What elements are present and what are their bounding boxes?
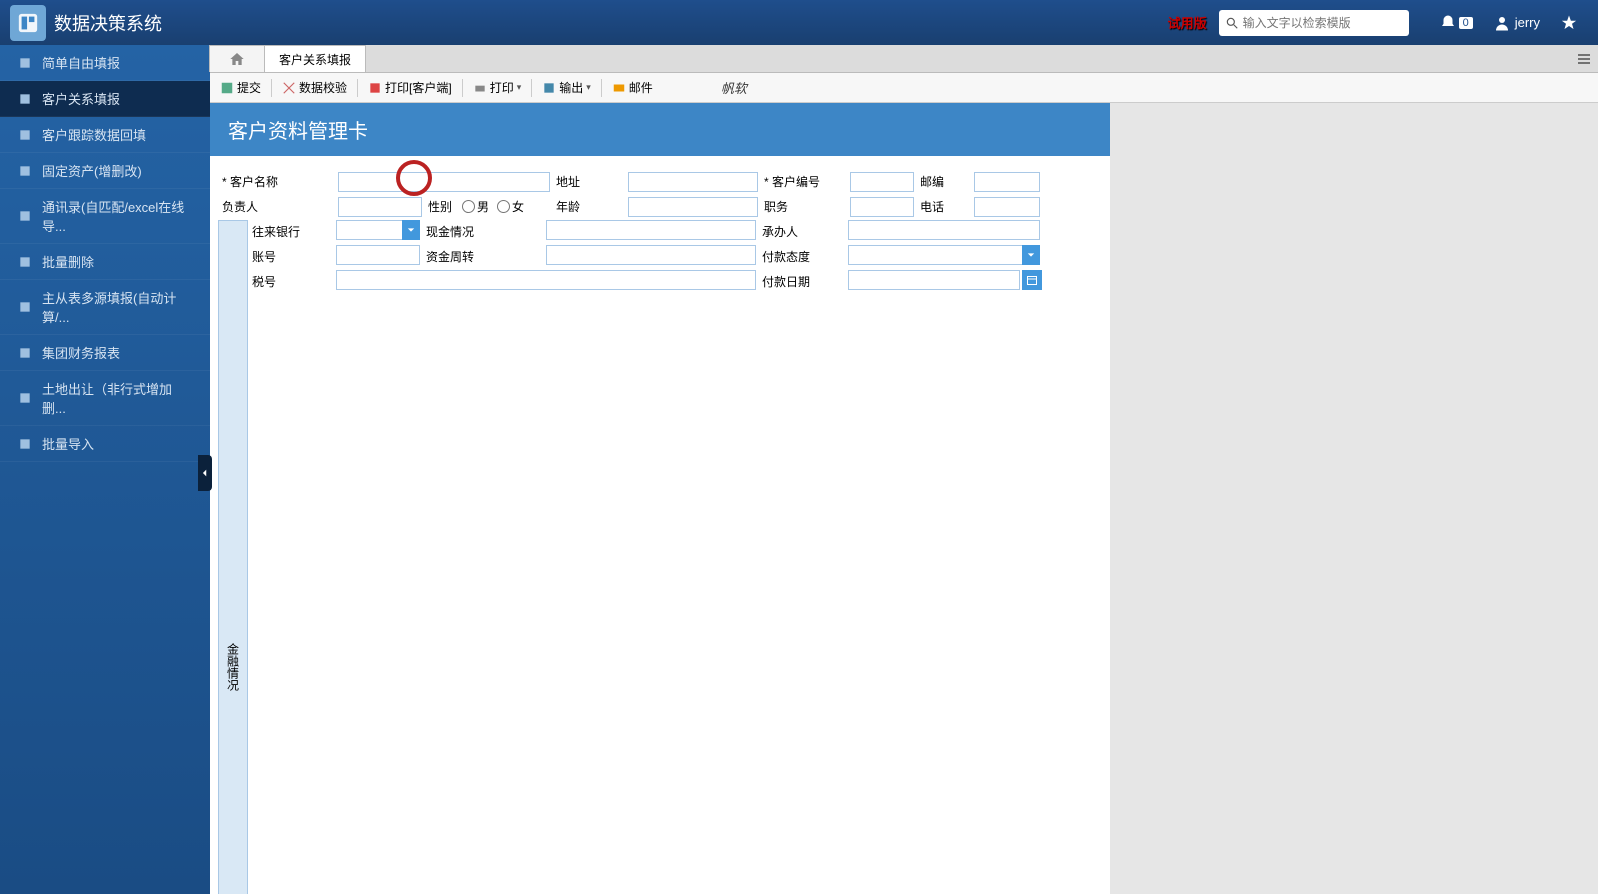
lbl-handler: 承办人 bbox=[758, 220, 846, 243]
sidebar-sub-import[interactable]: 批量导入 bbox=[0, 426, 210, 462]
save-icon bbox=[220, 81, 234, 95]
check-icon bbox=[282, 81, 296, 95]
template-search[interactable] bbox=[1219, 10, 1409, 36]
print-dropdown[interactable]: 打印 bbox=[467, 77, 528, 98]
input-cust-no[interactable] bbox=[850, 172, 914, 192]
lbl-phone: 电话 bbox=[916, 195, 972, 218]
select-pay-attitude[interactable] bbox=[848, 245, 1040, 268]
input-phone[interactable] bbox=[974, 197, 1040, 217]
user-menu[interactable]: jerry bbox=[1493, 14, 1540, 32]
radio-female[interactable]: 女 bbox=[497, 198, 524, 215]
lbl-tax: 税号 bbox=[248, 270, 334, 293]
print-client-button[interactable]: 打印[客户端] bbox=[362, 77, 458, 98]
home-icon bbox=[229, 51, 245, 67]
lbl-owner: 负责人 bbox=[218, 195, 336, 218]
input-postcode[interactable] bbox=[974, 172, 1040, 192]
search-icon bbox=[1225, 16, 1239, 30]
sidebar-nav: 主题分析 报表展示 统计图表 参数查询 填报录入 简单自由填报 客户关系填报 客… bbox=[0, 45, 210, 894]
lbl-pay-date: 付款日期 bbox=[758, 270, 846, 293]
input-age[interactable] bbox=[628, 197, 758, 217]
lbl-position: 职务 bbox=[760, 195, 848, 218]
lbl-address: 地址 bbox=[552, 170, 626, 193]
input-account[interactable] bbox=[336, 245, 420, 265]
tab-customer-form[interactable]: 客户关系填报 bbox=[264, 45, 366, 72]
tab-home[interactable] bbox=[209, 45, 265, 72]
main-area: 客户关系填报 提交 数据校验 打印[客户端] 打印 输出 邮件 帆软 客户资料管… bbox=[210, 45, 1598, 894]
lbl-cust-name: 客户名称 bbox=[218, 170, 336, 193]
lbl-age: 年龄 bbox=[552, 195, 626, 218]
username: jerry bbox=[1515, 15, 1540, 30]
chevron-left-icon bbox=[200, 468, 210, 478]
export-icon bbox=[542, 81, 556, 95]
tab-bar: 客户关系填报 bbox=[210, 45, 1598, 73]
sidebar-sub-contact[interactable]: 通讯录(自匹配/excel在线导... bbox=[0, 189, 210, 244]
form-title: 客户资料管理卡 bbox=[210, 103, 1110, 156]
sidebar-sub-batchdel[interactable]: 批量删除 bbox=[0, 244, 210, 280]
menu-icon bbox=[1576, 51, 1592, 67]
search-input[interactable] bbox=[1243, 16, 1403, 30]
chevron-down-icon[interactable] bbox=[402, 220, 420, 240]
input-turnover[interactable] bbox=[546, 245, 756, 265]
lbl-bank: 往来银行 bbox=[248, 220, 334, 243]
export-dropdown[interactable]: 输出 bbox=[536, 77, 597, 98]
trial-badge: 试用版 bbox=[1168, 13, 1207, 32]
form-container: 客户资料管理卡 客户名称 地址 客户编号 邮编 负责人 bbox=[210, 103, 1598, 894]
app-logo bbox=[10, 5, 46, 41]
input-address[interactable] bbox=[628, 172, 758, 192]
lbl-gender: 性别 bbox=[424, 195, 460, 218]
chevron-down-icon[interactable] bbox=[1022, 245, 1040, 265]
star-icon bbox=[1560, 14, 1578, 32]
validate-button[interactable]: 数据校验 bbox=[276, 77, 353, 98]
select-bank[interactable] bbox=[336, 220, 420, 243]
radio-male[interactable]: 男 bbox=[462, 198, 489, 215]
sidebar-sub-finance[interactable]: 集团财务报表 bbox=[0, 335, 210, 371]
sidebar-sub-land[interactable]: 土地出让（非行式增加删... bbox=[0, 371, 210, 426]
sidebar-sub-customer[interactable]: 客户关系填报 bbox=[0, 81, 210, 117]
section-finance: 金融情况 bbox=[218, 220, 248, 894]
input-tax[interactable] bbox=[336, 270, 756, 290]
favorites-button[interactable] bbox=[1560, 14, 1578, 32]
toolbar-brand: 帆软 bbox=[721, 78, 747, 97]
app-title: 数据决策系统 bbox=[54, 10, 162, 36]
sidebar-sub-simple[interactable]: 简单自由填报 bbox=[0, 45, 210, 81]
user-icon bbox=[1493, 14, 1511, 32]
gender-radio-group: 男 女 bbox=[462, 198, 550, 215]
lbl-postcode: 邮编 bbox=[916, 170, 972, 193]
sidebar-sub-track[interactable]: 客户跟踪数据回填 bbox=[0, 117, 210, 153]
notification-count: 0 bbox=[1459, 17, 1473, 29]
lbl-cash: 现金情况 bbox=[422, 220, 544, 243]
bell-icon bbox=[1439, 14, 1457, 32]
sidebar-sub-asset[interactable]: 固定资产(增删改) bbox=[0, 153, 210, 189]
sidebar-sub-master[interactable]: 主从表多源填报(自动计算/... bbox=[0, 280, 210, 335]
submit-button[interactable]: 提交 bbox=[214, 77, 267, 98]
form-toolbar: 提交 数据校验 打印[客户端] 打印 输出 邮件 帆软 bbox=[210, 73, 1598, 103]
mail-button[interactable]: 邮件 bbox=[606, 77, 659, 98]
input-cust-name[interactable] bbox=[338, 172, 550, 192]
sidebar-collapse-button[interactable] bbox=[198, 455, 212, 491]
notifications-button[interactable]: 0 bbox=[1439, 14, 1473, 32]
app-header: 数据决策系统 试用版 0 jerry bbox=[0, 0, 1598, 45]
input-owner[interactable] bbox=[338, 197, 422, 217]
calendar-button-paydate[interactable] bbox=[1022, 270, 1042, 290]
input-handler[interactable] bbox=[848, 220, 1040, 240]
input-cash[interactable] bbox=[546, 220, 756, 240]
lbl-turnover: 资金周转 bbox=[422, 245, 544, 268]
mail-icon bbox=[612, 81, 626, 95]
lbl-account: 账号 bbox=[248, 245, 334, 268]
lbl-pay-attitude: 付款态度 bbox=[758, 245, 846, 268]
lbl-cust-no: 客户编号 bbox=[760, 170, 848, 193]
print-client-icon bbox=[368, 81, 382, 95]
input-position[interactable] bbox=[850, 197, 914, 217]
calendar-icon bbox=[1026, 274, 1038, 286]
tab-menu-button[interactable] bbox=[1570, 45, 1598, 72]
print-icon bbox=[473, 81, 487, 95]
input-pay-date[interactable] bbox=[848, 270, 1020, 290]
